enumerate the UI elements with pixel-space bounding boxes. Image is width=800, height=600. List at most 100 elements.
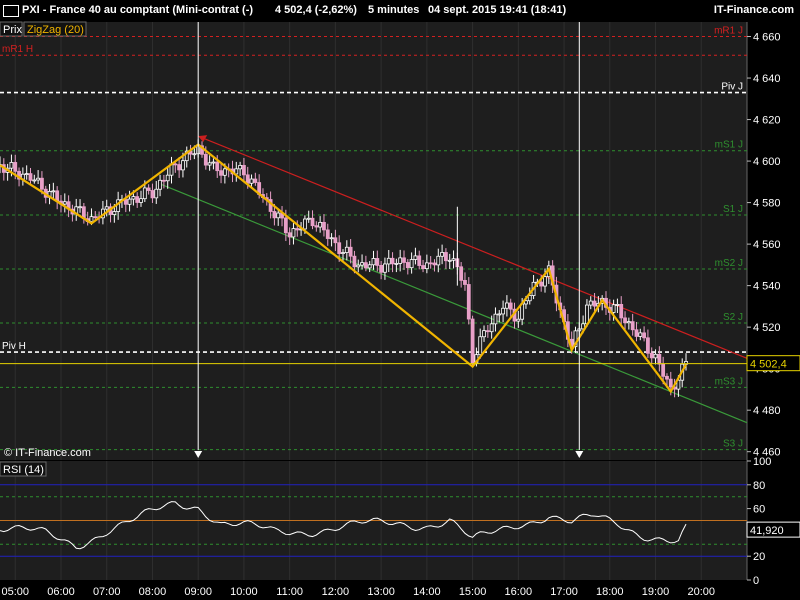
x-tick-label: 20:00 bbox=[687, 586, 715, 598]
candle-body bbox=[421, 265, 425, 270]
candle-body bbox=[611, 304, 616, 313]
y-tick-label: 4 620 bbox=[753, 115, 781, 127]
candle-body bbox=[283, 217, 288, 234]
candle-body bbox=[181, 160, 185, 171]
candle-body bbox=[28, 173, 33, 181]
candle-body bbox=[104, 206, 109, 210]
x-tick-label: 06:00 bbox=[47, 586, 75, 598]
candle-body bbox=[444, 252, 448, 262]
level-label: Piv H bbox=[2, 341, 26, 352]
x-tick-label: 15:00 bbox=[459, 586, 487, 598]
rsi-y-tick-label: 80 bbox=[753, 480, 765, 492]
candle-body bbox=[249, 178, 254, 184]
candle-body bbox=[363, 262, 368, 269]
candle-body bbox=[51, 190, 56, 193]
y-tick-label: 4 600 bbox=[753, 156, 781, 168]
level-label: mS3 J bbox=[715, 376, 743, 387]
candle-body bbox=[13, 162, 18, 172]
candle-body bbox=[485, 330, 490, 333]
candle-body bbox=[539, 281, 544, 287]
candle-body bbox=[493, 313, 498, 325]
x-tick-label: 12:00 bbox=[322, 586, 350, 598]
candle-body bbox=[668, 378, 673, 388]
candle-body bbox=[371, 258, 376, 266]
candle-body bbox=[139, 198, 143, 203]
candle-body bbox=[501, 307, 505, 315]
rsi-last-label: 41,920 bbox=[750, 525, 784, 537]
rsi-y-tick-label: 20 bbox=[753, 551, 765, 563]
candle-body bbox=[642, 332, 646, 339]
candle-body bbox=[626, 321, 631, 324]
candle-body bbox=[466, 284, 471, 320]
candle-body bbox=[142, 187, 147, 200]
x-tick-label: 16:00 bbox=[505, 586, 533, 598]
candle-body bbox=[482, 330, 486, 338]
candle-body bbox=[135, 196, 140, 203]
rsi-y-tick-label: 60 bbox=[753, 504, 765, 516]
candle-body bbox=[436, 255, 441, 266]
x-tick-label: 18:00 bbox=[596, 586, 624, 598]
candle-body bbox=[238, 165, 243, 170]
candle-body bbox=[409, 259, 414, 269]
x-tick-label: 19:00 bbox=[642, 586, 670, 598]
y-tick-label: 4 520 bbox=[753, 322, 781, 334]
candle-body bbox=[497, 313, 502, 316]
candle-body bbox=[207, 162, 212, 166]
candle-body bbox=[32, 179, 37, 182]
candle-body bbox=[219, 170, 223, 176]
rsi-y-tick-label: 100 bbox=[753, 456, 771, 468]
y-tick-label: 4 660 bbox=[753, 32, 781, 44]
candle-body bbox=[649, 352, 654, 359]
candle-body bbox=[287, 232, 292, 238]
y-tick-label: 4 560 bbox=[753, 239, 781, 251]
candle-body bbox=[470, 318, 475, 364]
candle-body bbox=[192, 153, 197, 156]
level-label: mS2 J bbox=[715, 258, 743, 269]
candle-body bbox=[348, 246, 353, 257]
legend-price: Prix bbox=[3, 24, 22, 36]
candle-body bbox=[451, 258, 456, 261]
level-label: Piv J bbox=[721, 82, 743, 93]
candle-body bbox=[592, 300, 597, 307]
y-tick-label: 4 540 bbox=[753, 281, 781, 293]
candle-body bbox=[478, 336, 483, 356]
candle-body bbox=[375, 258, 380, 266]
candle-body bbox=[112, 211, 117, 215]
candle-body bbox=[463, 279, 467, 285]
chart-canvas: 05:00 06:00 07:00 08:00 09:00 10:00 11:00 12:00… bbox=[0, 21, 800, 598]
candle-body bbox=[619, 303, 624, 319]
level-label: S1 J bbox=[723, 204, 743, 215]
candle-body bbox=[314, 225, 319, 228]
candle-body bbox=[543, 276, 547, 287]
y-tick-label: 4 480 bbox=[753, 405, 781, 417]
level-label: S3 J bbox=[723, 439, 743, 450]
candle-body bbox=[356, 264, 361, 268]
candle-body bbox=[653, 353, 658, 359]
candle-body bbox=[440, 252, 445, 257]
level-label: S2 J bbox=[723, 312, 743, 323]
last-price-label: 4 502,4 bbox=[750, 359, 787, 371]
candle-body bbox=[638, 332, 643, 337]
candle-body bbox=[215, 161, 220, 172]
watermark: © IT-Finance.com bbox=[4, 447, 91, 459]
legend-indicator: ZigZag (20) bbox=[27, 24, 84, 36]
candle-body bbox=[405, 262, 410, 269]
candle-body bbox=[211, 161, 216, 164]
candle-body bbox=[272, 211, 277, 219]
candle-body bbox=[131, 196, 136, 200]
candle-body bbox=[253, 178, 258, 183]
candle-body bbox=[630, 321, 635, 331]
candle-body bbox=[516, 318, 521, 322]
rsi-title: RSI (14) bbox=[3, 464, 44, 476]
candle-body bbox=[333, 237, 338, 244]
candle-body bbox=[203, 153, 208, 166]
candle-body bbox=[386, 257, 391, 265]
candle-body bbox=[585, 304, 589, 325]
x-tick-label: 13:00 bbox=[367, 586, 395, 598]
candle-body bbox=[161, 179, 166, 182]
candle-body bbox=[40, 177, 44, 190]
candle-body bbox=[428, 262, 433, 265]
candle-body bbox=[661, 363, 666, 377]
candle-body bbox=[93, 216, 98, 219]
candle-body bbox=[623, 317, 627, 324]
